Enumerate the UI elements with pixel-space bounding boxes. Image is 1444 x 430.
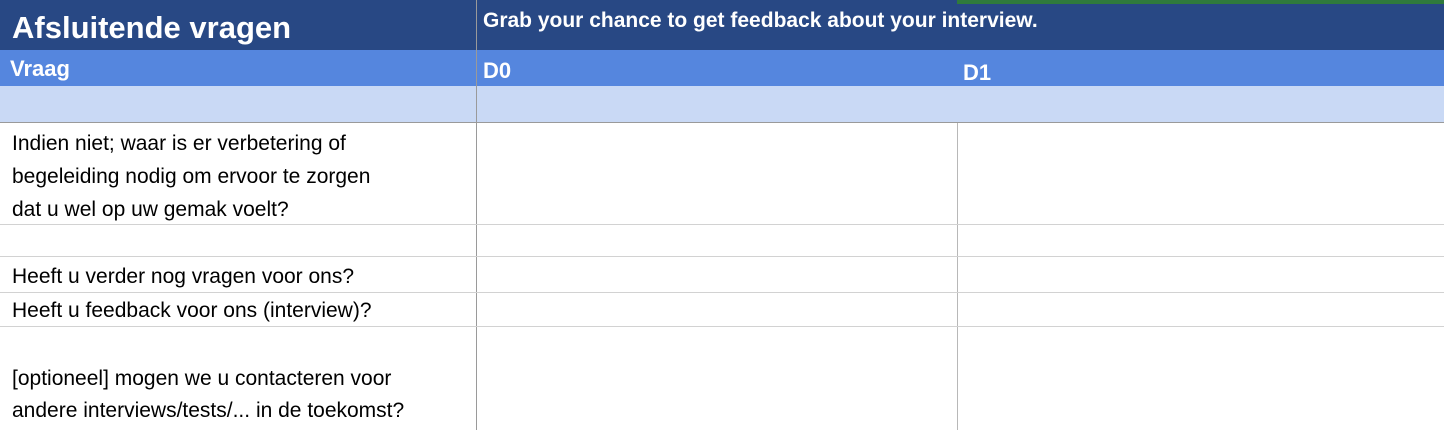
empty-header-row [0,86,1444,122]
question-cell[interactable]: [optioneel] mogen we u contacteren voor … [0,327,476,430]
d0-cell[interactable] [477,293,957,326]
question-line: Indien niet; waar is er verbetering of [12,132,346,155]
column-header-d1[interactable]: D1 [963,58,991,88]
question-line: dat u wel op uw gemak voelt? [12,198,289,221]
selection-indicator [957,0,1444,4]
question-text: Heeft u feedback voor ons (interview)? [12,299,372,322]
sheet-title: Afsluitende vragen [12,10,292,45]
question-line: begeleiding nodig om ervoor te zorgen [12,165,371,188]
question-cell[interactable]: Heeft u verder nog vragen voor ons? [0,257,476,292]
question-cell[interactable]: Indien niet; waar is er verbetering of b… [0,123,476,224]
question-cell[interactable] [0,225,476,256]
question-line: andere interviews/tests/... in de toekom… [12,399,405,422]
column-header-d0[interactable]: D0 [483,56,511,86]
question-text: Heeft u verder nog vragen voor ons? [12,265,355,288]
d0-cell[interactable] [477,327,957,430]
d0-cell[interactable] [477,257,957,292]
d1-cell[interactable] [958,225,1444,256]
d0-cell[interactable] [477,123,957,224]
question-line: [optioneel] mogen we u contacteren voor [12,367,392,390]
d1-cell[interactable] [958,257,1444,292]
column-header-row [0,50,1444,86]
d1-cell[interactable] [958,327,1444,430]
question-cell[interactable]: Heeft u feedback voor ons (interview)? [0,293,476,326]
sheet-subtitle: Grab your chance to get feedback about y… [483,9,1038,32]
d1-cell[interactable] [958,123,1444,224]
d0-cell[interactable] [477,225,957,256]
d1-cell[interactable] [958,293,1444,326]
column-header-vraag[interactable]: Vraag [10,54,70,84]
spreadsheet: Afsluitende vragen Grab your chance to g… [0,0,1444,430]
